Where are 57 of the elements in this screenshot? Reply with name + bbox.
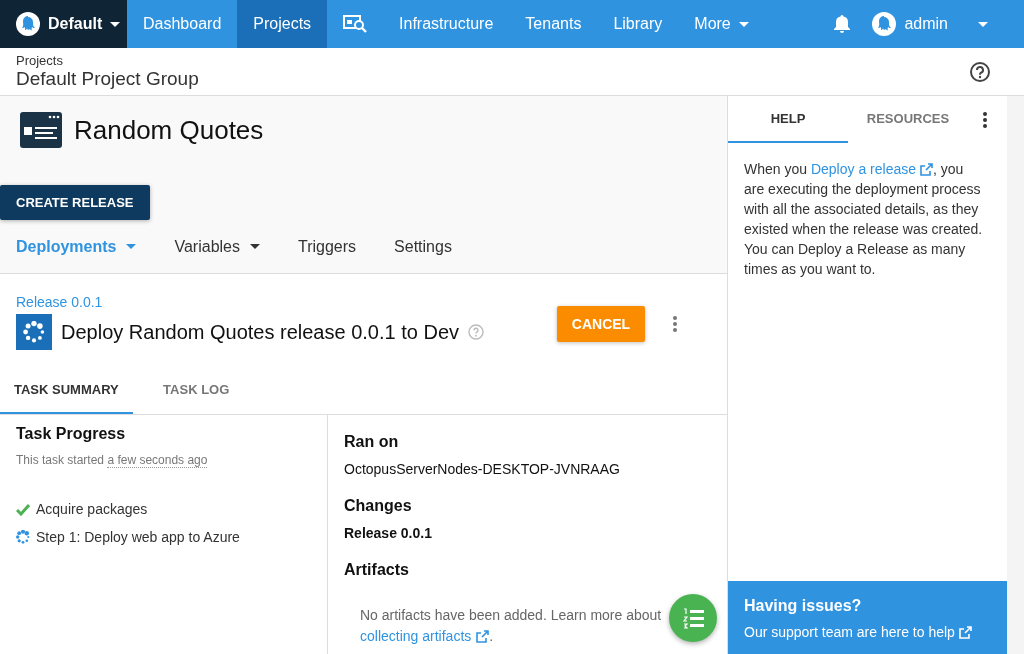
space-switcher[interactable]: Default — [0, 0, 127, 48]
step-label: Acquire packages — [36, 501, 148, 517]
project-tab[interactable]: Variables — [174, 237, 260, 256]
project-tab[interactable]: Triggers — [298, 237, 357, 256]
nav-link[interactable]: Infrastructure — [383, 0, 510, 48]
more-options-icon[interactable] — [983, 111, 987, 128]
caret-icon — [738, 21, 749, 27]
nav-link[interactable]: Tenants — [509, 0, 598, 48]
help-icon — [468, 324, 484, 340]
caret-icon — [250, 244, 260, 249]
spinner-icon — [23, 321, 45, 343]
help-tab[interactable]: HELP — [728, 96, 848, 143]
support-link[interactable]: Our support team are here to help — [744, 624, 972, 640]
project-tab[interactable]: Settings — [394, 237, 452, 256]
relative-time: a few seconds ago — [107, 453, 208, 468]
task-tab[interactable]: TASK LOG — [132, 366, 260, 414]
project-logo-icon — [20, 112, 62, 148]
create-release-button[interactable]: CREATE RELEASE — [0, 185, 150, 220]
external-link-icon — [919, 162, 933, 176]
nav-link[interactable]: Dashboard — [127, 0, 238, 48]
breadcrumb-link[interactable]: Projects — [16, 53, 63, 68]
project-title: Random Quotes — [74, 114, 264, 146]
step-label: Step 1: Deploy web app to Azure — [36, 529, 240, 545]
octopus-logo-icon — [872, 12, 897, 36]
external-link-icon — [475, 630, 490, 643]
docs-link[interactable]: Deploy a release — [810, 159, 933, 179]
started-label: This task started — [16, 453, 105, 467]
release-name: Release 0.0.1 — [344, 525, 433, 541]
numbered-list-icon — [682, 607, 704, 629]
section-heading: Ran on — [344, 433, 400, 451]
caret-icon — [110, 21, 121, 27]
caret-icon — [978, 21, 988, 27]
numbered-list-button[interactable] — [669, 594, 717, 642]
task-search-icon — [343, 14, 368, 34]
cancel-button[interactable]: CANCEL — [557, 306, 645, 342]
external-link-icon — [957, 625, 972, 639]
artifacts-link[interactable]: collecting artifacts — [360, 626, 490, 647]
octopus-logo-icon — [16, 12, 40, 36]
task-title: Deploy Random Quotes release 0.0.1 to Dev — [61, 320, 459, 344]
more-menu[interactable]: More — [678, 0, 765, 48]
release-link[interactable]: Release 0.0.1 — [16, 294, 103, 310]
task-tab[interactable]: TASK SUMMARY — [0, 366, 133, 414]
bell-icon — [834, 15, 851, 33]
project-tab[interactable]: Deployments — [16, 237, 137, 256]
section-heading: Task Progress — [16, 425, 127, 443]
help-tab[interactable]: RESOURCES — [848, 96, 968, 143]
nav-link[interactable]: Projects — [237, 0, 328, 48]
nav-link[interactable]: Library — [597, 0, 679, 48]
section-heading: Changes — [344, 497, 413, 515]
server-name: OctopusServerNodes-DESKTOP-JVNRAAG — [344, 461, 621, 477]
help-text: When you Deploy a release , you are executing the deployment process with all the associated details, as they existed when the release was created. You can Deploy a Release as many times as you want to. — [744, 159, 984, 279]
caret-icon — [126, 244, 137, 249]
section-heading: Artifacts — [344, 561, 410, 579]
page-title: Default Project Group — [16, 68, 199, 90]
user-menu[interactable]: admin — [872, 12, 988, 36]
support-heading: Having issues? — [744, 597, 863, 615]
help-icon[interactable] — [970, 61, 990, 82]
